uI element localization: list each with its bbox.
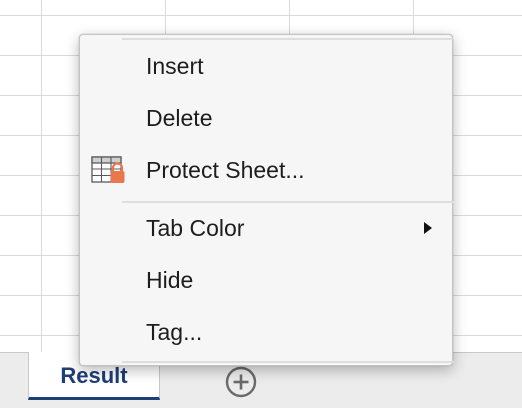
menu-item-label: Hide (146, 266, 194, 293)
menu-item-label: Protect Sheet... (146, 156, 305, 183)
sheet-tab-label: Result (60, 362, 128, 388)
menu-item-tag[interactable]: Tag... (80, 310, 452, 354)
menu-item-hide[interactable]: Hide (80, 258, 452, 302)
context-menu: Insert Delete Protect Sheet... Tab Color… (79, 34, 454, 366)
menu-separator (122, 38, 454, 40)
menu-item-delete[interactable]: Delete (80, 96, 452, 140)
add-sheet-icon[interactable] (224, 365, 258, 399)
menu-item-label: Tag... (146, 318, 203, 345)
menu-item-tab-color[interactable]: Tab Color (80, 206, 452, 250)
menu-separator (122, 361, 454, 363)
menu-item-label: Delete (146, 104, 213, 131)
menu-separator (122, 201, 454, 203)
protect-sheet-icon (91, 156, 125, 183)
menu-item-label: Insert (146, 52, 204, 79)
menu-item-insert[interactable]: Insert (80, 44, 452, 88)
menu-item-protect-sheet[interactable]: Protect Sheet... (80, 148, 452, 192)
submenu-arrow-icon (424, 222, 432, 234)
menu-item-label: Tab Color (146, 214, 245, 241)
